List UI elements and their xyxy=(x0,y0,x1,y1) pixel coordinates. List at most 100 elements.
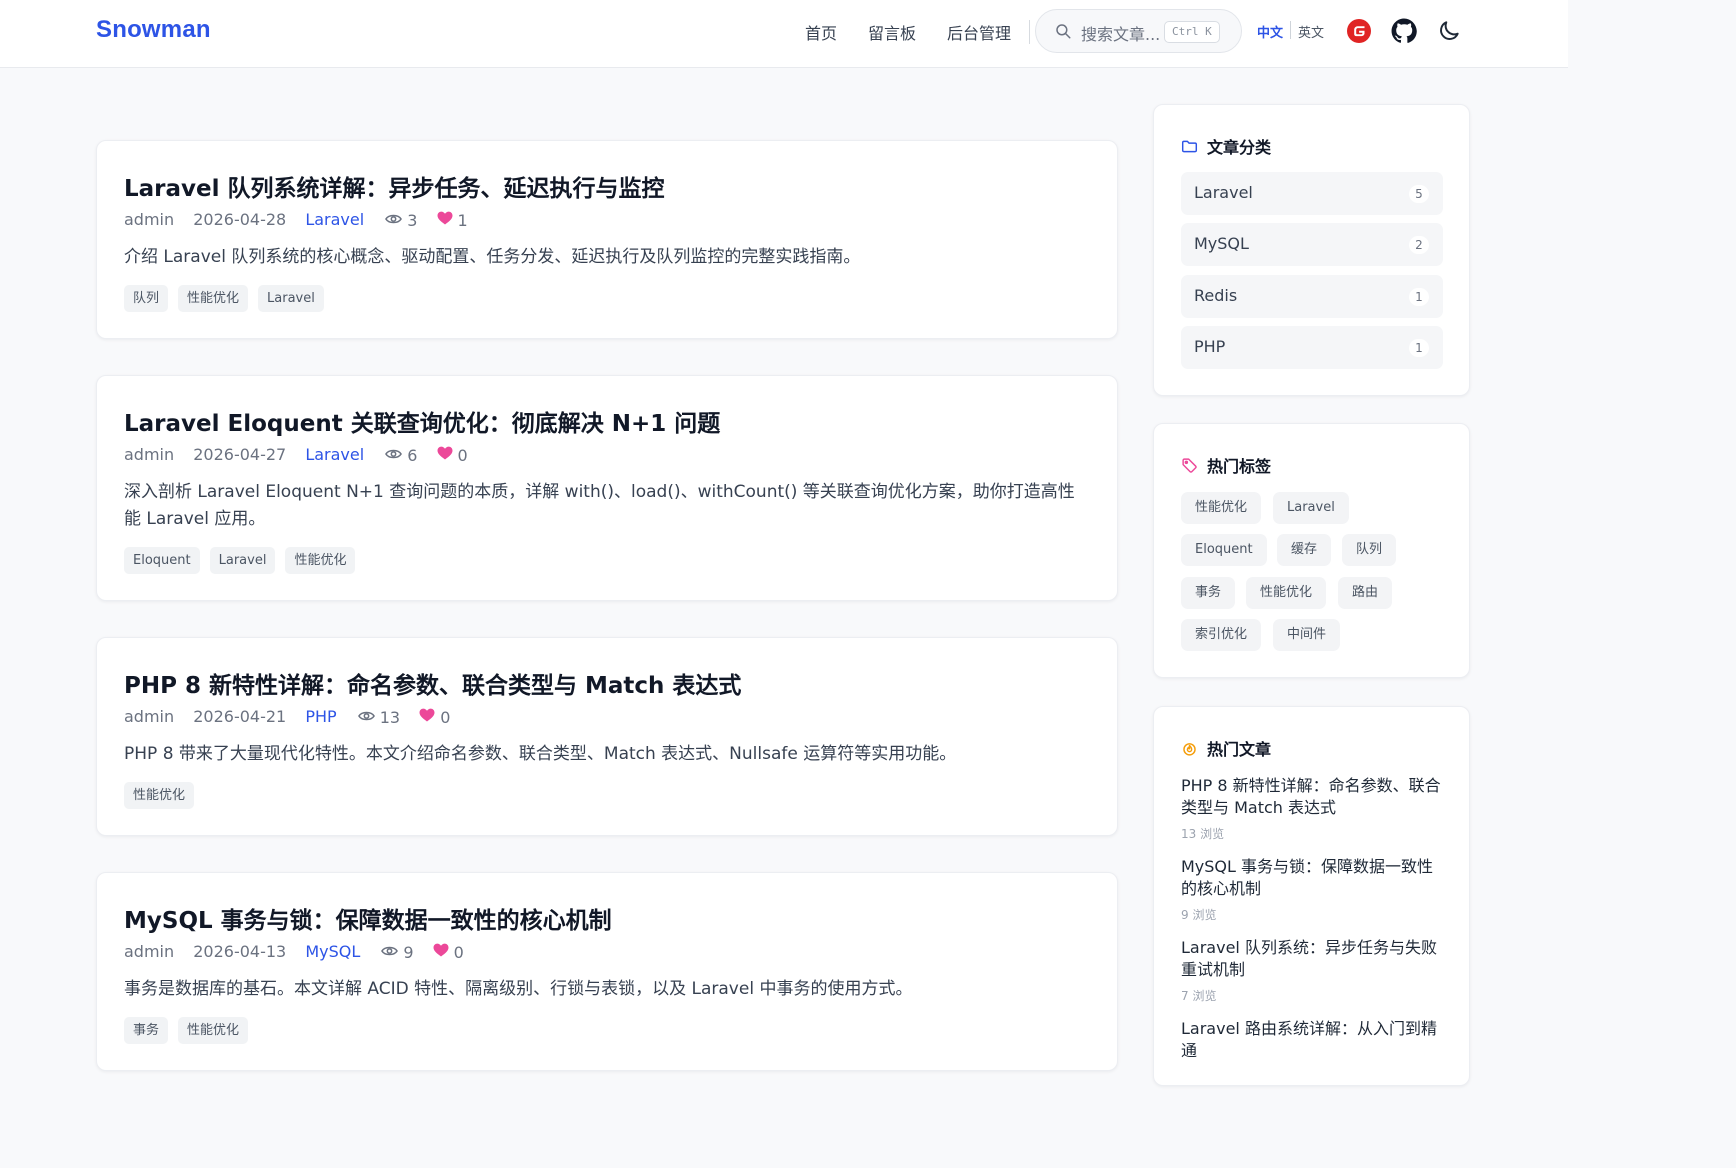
fire-icon xyxy=(1183,742,1196,756)
post-date: 2026-04-28 xyxy=(193,210,287,229)
search-shortcut: Ctrl K xyxy=(1164,21,1220,43)
tag-chip[interactable]: 性能优化 xyxy=(178,285,249,312)
nav-admin[interactable]: 后台管理 xyxy=(947,20,1011,44)
tag-chip[interactable]: Laravel xyxy=(258,285,324,312)
heart-icon[interactable] xyxy=(437,446,453,460)
tag-chip[interactable]: Eloquent xyxy=(124,547,200,574)
category-item-mysql[interactable]: MySQL 2 xyxy=(1181,223,1443,266)
tag-chip[interactable]: 性能优化 xyxy=(178,1017,249,1044)
post-date: 2026-04-27 xyxy=(193,445,287,464)
eye-icon xyxy=(381,946,399,955)
category-name: PHP xyxy=(1194,337,1226,356)
hot-tag[interactable]: 路由 xyxy=(1338,577,1393,609)
folder-icon xyxy=(1181,140,1198,152)
eye-icon xyxy=(357,711,375,720)
tag-chip[interactable]: 事务 xyxy=(124,1017,169,1044)
category-item-php[interactable]: PHP 1 xyxy=(1181,326,1443,369)
post-card[interactable]: Laravel 队列系统详解：异步任务、延迟执行与监控 admin 2026-0… xyxy=(96,140,1118,339)
post-meta: admin 2026-04-13 MySQL 9 0 xyxy=(124,941,464,962)
post-likes: 0 xyxy=(440,707,451,727)
post-excerpt: 事务是数据库的基石。本文详解 ACID 特性、隔离级别、行锁与表锁，以及 Lar… xyxy=(124,979,913,999)
hot-article-link[interactable]: PHP 8 新特性详解：命名参数、联合类型与 Match 表达式 xyxy=(1181,775,1446,819)
site-logo[interactable]: Snowman xyxy=(96,16,211,44)
category-item-redis[interactable]: Redis 1 xyxy=(1181,275,1443,318)
hot-tag[interactable]: 性能优化 xyxy=(1181,492,1262,524)
post-likes: 1 xyxy=(457,210,468,230)
post-author: admin xyxy=(124,707,175,726)
post-meta: admin 2026-04-21 PHP 13 0 xyxy=(124,706,450,727)
post-title[interactable]: Laravel Eloquent 关联查询优化：彻底解决 N+1 问题 xyxy=(124,404,720,438)
hot-tags-heading: 热门标签 xyxy=(1181,453,1271,477)
post-excerpt: 深入剖析 Laravel Eloquent N+1 查询问题的本质，详解 wit… xyxy=(124,482,1075,529)
hot-tag[interactable]: Laravel xyxy=(1273,492,1349,524)
hot-tag[interactable]: 队列 xyxy=(1342,534,1397,566)
category-count: 1 xyxy=(1409,339,1429,357)
dark-mode-icon[interactable] xyxy=(1436,18,1462,44)
heart-icon[interactable] xyxy=(419,708,435,722)
github-icon[interactable] xyxy=(1391,18,1417,44)
heart-icon[interactable] xyxy=(433,943,449,957)
hot-tag[interactable]: 中间件 xyxy=(1273,619,1341,651)
post-title[interactable]: MySQL 事务与锁：保障数据一致性的核心机制 xyxy=(124,901,612,935)
categories-card: 文章分类 Laravel 5 MySQL 2 Redis 1 PHP 1 xyxy=(1153,104,1470,396)
hot-tag[interactable]: Eloquent xyxy=(1181,534,1267,566)
search-box[interactable]: 搜索文章... Ctrl K xyxy=(1035,9,1242,53)
categories-heading: 文章分类 xyxy=(1181,134,1271,158)
hot-tags-title: 热门标签 xyxy=(1207,457,1272,476)
gitee-icon[interactable] xyxy=(1346,18,1372,44)
search-icon xyxy=(1056,24,1071,39)
post-likes: 0 xyxy=(453,942,464,962)
lang-divider xyxy=(1290,21,1291,39)
search-placeholder: 搜索文章... xyxy=(1081,25,1161,44)
hot-tags-card: 热门标签 性能优化 Laravel Eloquent 缓存 队列 事务 性能优化… xyxy=(1153,423,1470,678)
post-card[interactable]: MySQL 事务与锁：保障数据一致性的核心机制 admin 2026-04-13… xyxy=(96,872,1118,1071)
hot-tag[interactable]: 性能优化 xyxy=(1246,577,1327,609)
hot-article-link[interactable]: Laravel 路由系统详解：从入门到精通 xyxy=(1181,1018,1446,1062)
hot-articles-card: 热门文章 PHP 8 新特性详解：命名参数、联合类型与 Match 表达式 13… xyxy=(1153,706,1470,1086)
category-item-laravel[interactable]: Laravel 5 xyxy=(1181,172,1443,215)
tag-chip[interactable]: 队列 xyxy=(124,285,169,312)
tag-chip[interactable]: 性能优化 xyxy=(285,547,356,574)
tag-icon xyxy=(1182,457,1197,473)
post-card[interactable]: PHP 8 新特性详解：命名参数、联合类型与 Match 表达式 admin 2… xyxy=(96,637,1118,836)
tag-chip[interactable]: 性能优化 xyxy=(124,782,195,809)
nav-home[interactable]: 首页 xyxy=(805,20,837,44)
nav-guestbook[interactable]: 留言板 xyxy=(868,20,916,44)
tag-chip[interactable]: Laravel xyxy=(209,547,276,574)
lang-en-toggle[interactable]: 英文 xyxy=(1298,22,1324,41)
post-tags: 性能优化 xyxy=(124,782,195,809)
nav-divider xyxy=(1029,20,1030,44)
eye-icon xyxy=(385,214,403,223)
post-category[interactable]: Laravel xyxy=(305,210,364,229)
hot-article-link[interactable]: MySQL 事务与锁：保障数据一致性的核心机制 xyxy=(1181,856,1446,900)
post-title[interactable]: PHP 8 新特性详解：命名参数、联合类型与 Match 表达式 xyxy=(124,666,741,700)
post-tags: Eloquent Laravel 性能优化 xyxy=(124,547,356,574)
post-category[interactable]: MySQL xyxy=(305,942,360,961)
post-author: admin xyxy=(124,210,175,229)
post-card[interactable]: Laravel Eloquent 关联查询优化：彻底解决 N+1 问题 admi… xyxy=(96,375,1118,601)
category-count: 5 xyxy=(1409,185,1429,203)
hot-articles-title: 热门文章 xyxy=(1207,740,1272,759)
hot-article-views: 13 浏览 xyxy=(1181,827,1225,841)
hot-tag[interactable]: 事务 xyxy=(1181,577,1236,609)
hot-tag[interactable]: 索引优化 xyxy=(1181,619,1262,651)
hot-tag[interactable]: 缓存 xyxy=(1277,534,1332,566)
post-category[interactable]: PHP xyxy=(305,707,336,726)
post-title[interactable]: Laravel 队列系统详解：异步任务、延迟执行与监控 xyxy=(124,169,665,203)
post-category[interactable]: Laravel xyxy=(305,445,364,464)
eye-icon xyxy=(385,449,403,458)
post-author: admin xyxy=(124,445,175,464)
hot-articles-heading: 热门文章 xyxy=(1181,736,1271,760)
category-name: MySQL xyxy=(1194,234,1249,253)
hot-article-views: 7 浏览 xyxy=(1181,989,1217,1003)
post-tags: 事务 性能优化 xyxy=(124,1017,249,1044)
hot-article-link[interactable]: Laravel 队列系统：异步任务与失败重试机制 xyxy=(1181,937,1446,981)
category-count: 2 xyxy=(1409,236,1429,254)
post-date: 2026-04-13 xyxy=(193,942,287,961)
lang-zh-toggle[interactable]: 中文 xyxy=(1257,22,1283,41)
heart-icon[interactable] xyxy=(437,211,453,225)
hot-article-views: 9 浏览 xyxy=(1181,908,1217,922)
post-views: 9 xyxy=(403,942,414,962)
post-tags: 队列 性能优化 Laravel xyxy=(124,285,324,312)
post-views: 6 xyxy=(407,445,418,465)
